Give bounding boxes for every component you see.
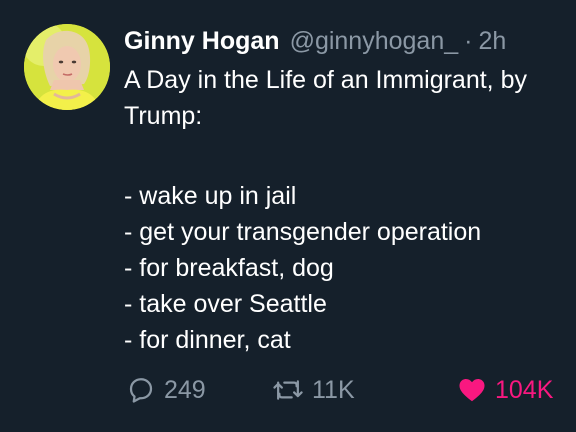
heart-icon	[459, 379, 485, 402]
tweet-line: - for breakfast, dog	[124, 254, 334, 282]
tweet-line: Trump:	[124, 102, 203, 130]
action-bar: 249 11K 104K	[124, 370, 569, 410]
separator: ·	[464, 27, 473, 55]
retweet-button[interactable]: 11K	[272, 370, 355, 410]
tweet-line: - get your transgender operation	[124, 218, 482, 246]
avatar[interactable]	[24, 24, 110, 110]
user-handle[interactable]: @ginnyhogan_	[290, 24, 459, 58]
tweet-line: A Day in the Life of an Immigrant, by	[124, 66, 527, 94]
display-name[interactable]: Ginny Hogan	[124, 24, 280, 58]
tweet-line: - take over Seattle	[124, 290, 327, 318]
timestamp[interactable]: 2h	[478, 24, 506, 58]
like-button[interactable]: 104K	[457, 370, 553, 410]
retweet-count: 11K	[312, 375, 355, 404]
reply-button[interactable]: 249	[126, 370, 206, 410]
tweet-line: - wake up in jail	[124, 182, 297, 210]
tweet-card: Ginny Hogan @ginnyhogan_ · 2h A Day in t…	[0, 0, 576, 432]
reply-icon	[129, 378, 153, 403]
tweet-text: A Day in the Life of an Immigrant, by Tr…	[124, 62, 569, 358]
avatar-image	[24, 24, 110, 110]
reply-count: 249	[164, 375, 206, 404]
retweet-icon	[273, 380, 303, 400]
tweet-line: - for dinner, cat	[124, 326, 291, 354]
like-count: 104K	[495, 375, 554, 404]
tweet-header: Ginny Hogan @ginnyhogan_ · 2h	[124, 24, 506, 58]
